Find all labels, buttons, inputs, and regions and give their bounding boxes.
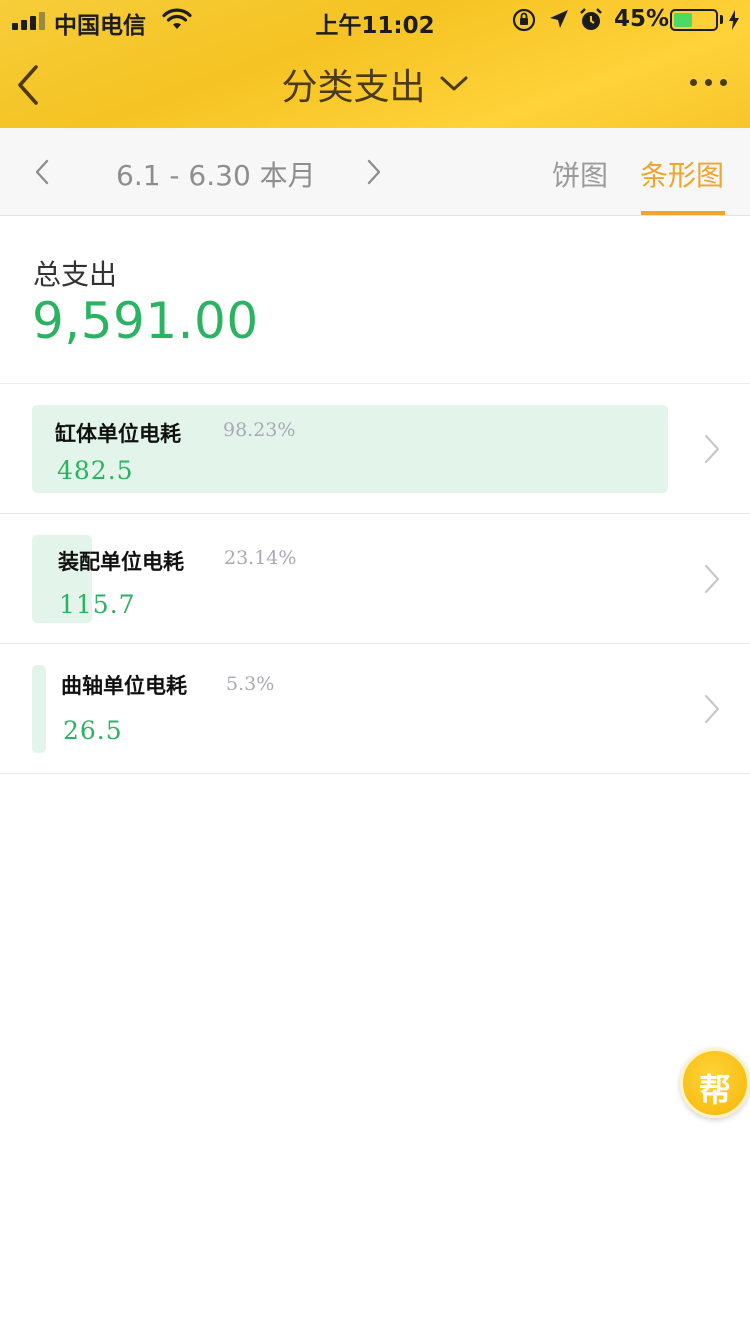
category-percent: 23.14% (224, 547, 297, 569)
active-tab-indicator (641, 211, 725, 215)
battery-cap (720, 15, 723, 24)
category-row[interactable]: 装配单位电耗 23.14% 115.7 (0, 514, 750, 644)
charging-icon (729, 10, 739, 30)
help-button[interactable]: 帮 (680, 1048, 750, 1118)
chevron-right-icon (704, 434, 720, 464)
category-name: 曲轴单位电耗 (61, 673, 187, 698)
help-button-label: 帮 (698, 1071, 731, 1109)
prev-period-button[interactable] (30, 156, 54, 188)
chevron-right-icon (704, 564, 720, 594)
next-period-button[interactable] (362, 156, 386, 188)
alarm-icon (580, 8, 602, 30)
battery-percent: 45% (614, 6, 670, 32)
orientation-lock-icon (512, 8, 536, 32)
total-value: 9,591.00 (32, 292, 259, 350)
chevron-right-icon (704, 694, 720, 724)
category-percent: 5.3% (226, 673, 275, 695)
more-dots-icon[interactable] (686, 74, 732, 92)
app-header: 中国电信 上午11:02 45% 分类支出 (0, 0, 750, 128)
category-value: 26.5 (63, 716, 123, 745)
category-value: 482.5 (57, 456, 134, 485)
tab-pie-chart[interactable]: 饼图 (552, 154, 608, 194)
location-icon (550, 10, 568, 28)
period-bar: 6.1 - 6.30 本月 饼图 条形图 (0, 128, 750, 216)
chevron-down-icon (440, 76, 468, 91)
battery-icon (670, 9, 718, 31)
total-label: 总支出 (33, 258, 118, 291)
category-value: 115.7 (59, 590, 136, 619)
period-label[interactable]: 6.1 - 6.30 本月 (116, 154, 316, 194)
page-title: 分类支出 (281, 67, 426, 108)
category-percent: 98.23% (223, 419, 296, 441)
title-dropdown[interactable]: 分类支出 (0, 58, 750, 110)
status-bar: 中国电信 上午11:02 45% (0, 0, 750, 40)
share-bar (32, 665, 46, 753)
category-row[interactable]: 缸体单位电耗 98.23% 482.5 (0, 384, 750, 514)
tab-bar-chart[interactable]: 条形图 (640, 154, 724, 194)
category-row[interactable]: 曲轴单位电耗 5.3% 26.5 (0, 644, 750, 774)
category-name: 缸体单位电耗 (55, 421, 181, 446)
category-name: 装配单位电耗 (58, 549, 184, 574)
